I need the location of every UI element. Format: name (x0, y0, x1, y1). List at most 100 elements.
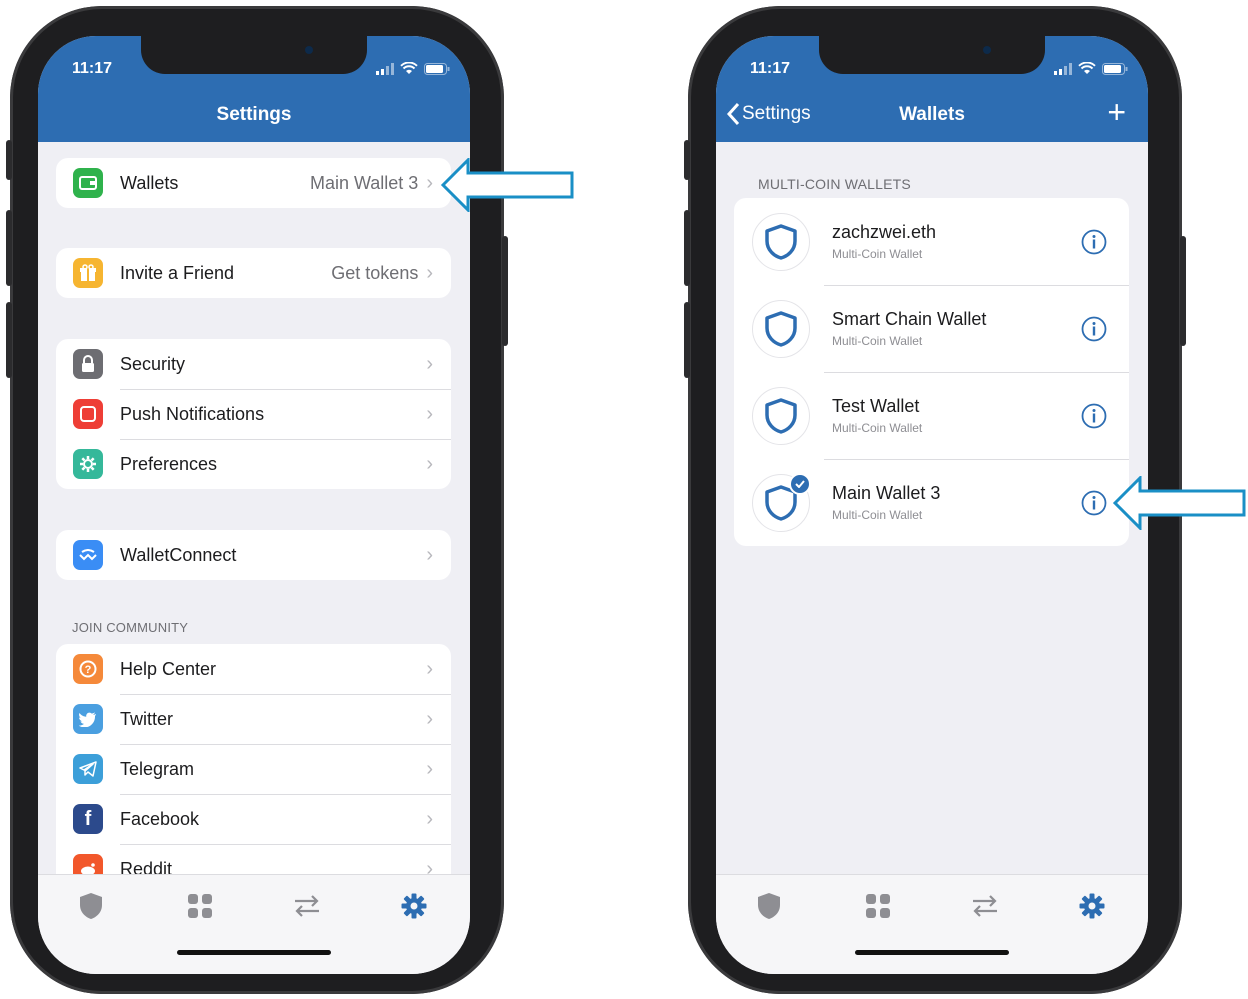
wallet-text: Smart Chain Wallet Multi-Coin Wallet (832, 309, 986, 348)
notch (819, 36, 1045, 74)
status-icons (1054, 62, 1128, 75)
wallet-avatar (752, 212, 810, 271)
volume-up-button (6, 210, 12, 286)
settings-icon (1079, 893, 1105, 919)
wifi-icon (1078, 62, 1096, 74)
chevron-right-icon: › (426, 857, 433, 875)
wallet-text: Test Wallet Multi-Coin Wallet (832, 396, 922, 435)
wallets-group: Wallets Main Wallet 3 › (56, 158, 451, 208)
arrow-annotation-wallets (440, 158, 574, 212)
wallet-type: Multi-Coin Wallet (832, 508, 923, 522)
tab-settings[interactable] (397, 889, 431, 923)
wallet-row-selected[interactable]: Main Wallet 3 Multi-Coin Wallet (734, 459, 1129, 546)
community-item-facebook[interactable]: f Facebook › (56, 794, 451, 844)
battery-icon (1102, 62, 1128, 75)
tab-apps[interactable] (861, 889, 895, 923)
wallets-screen: 11:17 Settings Wallets + MULTI-COIN WALL… (716, 36, 1148, 974)
chevron-right-icon: › (426, 171, 433, 194)
phone-frame-settings: 11:17 Settings Wallets Main Wallet 3 › I… (6, 6, 508, 994)
status-time: 11:17 (750, 60, 791, 77)
power-button (1180, 236, 1186, 346)
wallet-row[interactable]: Smart Chain Wallet Multi-Coin Wallet (734, 285, 1129, 372)
settings-item-security[interactable]: Security › (56, 339, 451, 389)
chevron-right-icon: › (426, 757, 433, 780)
chevron-right-icon: › (426, 352, 433, 375)
swap-icon (973, 895, 997, 917)
home-indicator (855, 950, 1009, 955)
tab-swap[interactable] (968, 889, 1002, 923)
gear-icon (73, 449, 103, 479)
item-label: Push Notifications (120, 403, 265, 424)
info-icon[interactable] (1081, 229, 1107, 255)
wallet-name: Smart Chain Wallet (832, 309, 987, 329)
tab-bar (716, 874, 1148, 974)
wallet-text: Main Wallet 3 Multi-Coin Wallet (832, 483, 940, 522)
settings-item-invite[interactable]: Invite a Friend Get tokens › (56, 248, 451, 298)
add-wallet-button[interactable]: + (1107, 94, 1126, 131)
tab-apps[interactable] (183, 889, 217, 923)
community-item-help-center[interactable]: ? Help Center › (56, 644, 451, 694)
item-label: Security (120, 353, 186, 374)
facebook-icon: f (73, 804, 103, 834)
wallet-avatar (752, 299, 810, 358)
chevron-right-icon: › (426, 807, 433, 830)
mute-switch (684, 140, 690, 180)
chevron-right-icon: › (426, 657, 433, 680)
item-label: Help Center (120, 658, 217, 679)
tab-settings[interactable] (1075, 889, 1109, 923)
item-detail: Main Wallet 3 (309, 172, 419, 193)
invite-group: Invite a Friend Get tokens › (56, 248, 451, 298)
walletconnect-icon (73, 540, 103, 570)
telegram-icon (73, 754, 103, 784)
trust-shield-icon (765, 310, 797, 347)
item-label: Preferences (120, 453, 218, 474)
settings-item-walletconnect[interactable]: WalletConnect › (56, 530, 451, 580)
trust-shield-icon (765, 223, 797, 260)
wallet-type: Multi-Coin Wallet (832, 247, 923, 261)
item-label: Wallets (120, 172, 179, 193)
info-icon[interactable] (1081, 490, 1107, 516)
community-item-reddit[interactable]: Reddit › (56, 844, 451, 874)
item-label: Reddit (120, 858, 173, 875)
item-label: WalletConnect (120, 544, 237, 565)
tab-swap[interactable] (290, 889, 324, 923)
tab-wallet[interactable] (752, 889, 786, 923)
power-button (502, 236, 508, 346)
community-item-telegram[interactable]: Telegram › (56, 744, 451, 794)
volume-up-button (684, 210, 690, 286)
camera (305, 46, 313, 54)
settings-item-preferences[interactable]: Preferences › (56, 439, 451, 489)
chevron-right-icon: › (426, 707, 433, 730)
community-item-twitter[interactable]: Twitter › (56, 694, 451, 744)
wallet-name: Test Wallet (832, 396, 920, 416)
battery-icon (424, 62, 450, 75)
security-group: Security › Push Notifications › Preferen… (56, 339, 451, 489)
notch (141, 36, 367, 74)
settings-item-wallets[interactable]: Wallets Main Wallet 3 › (56, 158, 451, 208)
section-header-community: JOIN COMMUNITY (72, 620, 189, 635)
tab-bar (38, 874, 470, 974)
trust-shield-icon (765, 397, 797, 434)
status-icons (376, 62, 450, 75)
wallet-avatar (752, 386, 810, 445)
settings-item-push-notifications[interactable]: Push Notifications › (56, 389, 451, 439)
swap-icon (295, 895, 319, 917)
wallet-row[interactable]: Test Wallet Multi-Coin Wallet (734, 372, 1129, 459)
info-icon[interactable] (1081, 403, 1107, 429)
wallet-row[interactable]: zachzwei.eth Multi-Coin Wallet (734, 198, 1129, 285)
svg-text:?: ? (85, 664, 92, 676)
wallet-type: Multi-Coin Wallet (832, 334, 923, 348)
camera (983, 46, 991, 54)
reddit-icon (73, 854, 103, 874)
info-icon[interactable] (1081, 316, 1107, 342)
settings-icon (401, 893, 427, 919)
volume-down-button (684, 302, 690, 378)
mute-switch (6, 140, 12, 180)
chevron-right-icon: › (426, 543, 433, 566)
tab-wallet[interactable] (74, 889, 108, 923)
shield-icon (80, 893, 102, 919)
item-label: Invite a Friend (120, 262, 235, 283)
shield-icon (758, 893, 780, 919)
chevron-right-icon: › (426, 402, 433, 425)
home-indicator (177, 950, 331, 955)
